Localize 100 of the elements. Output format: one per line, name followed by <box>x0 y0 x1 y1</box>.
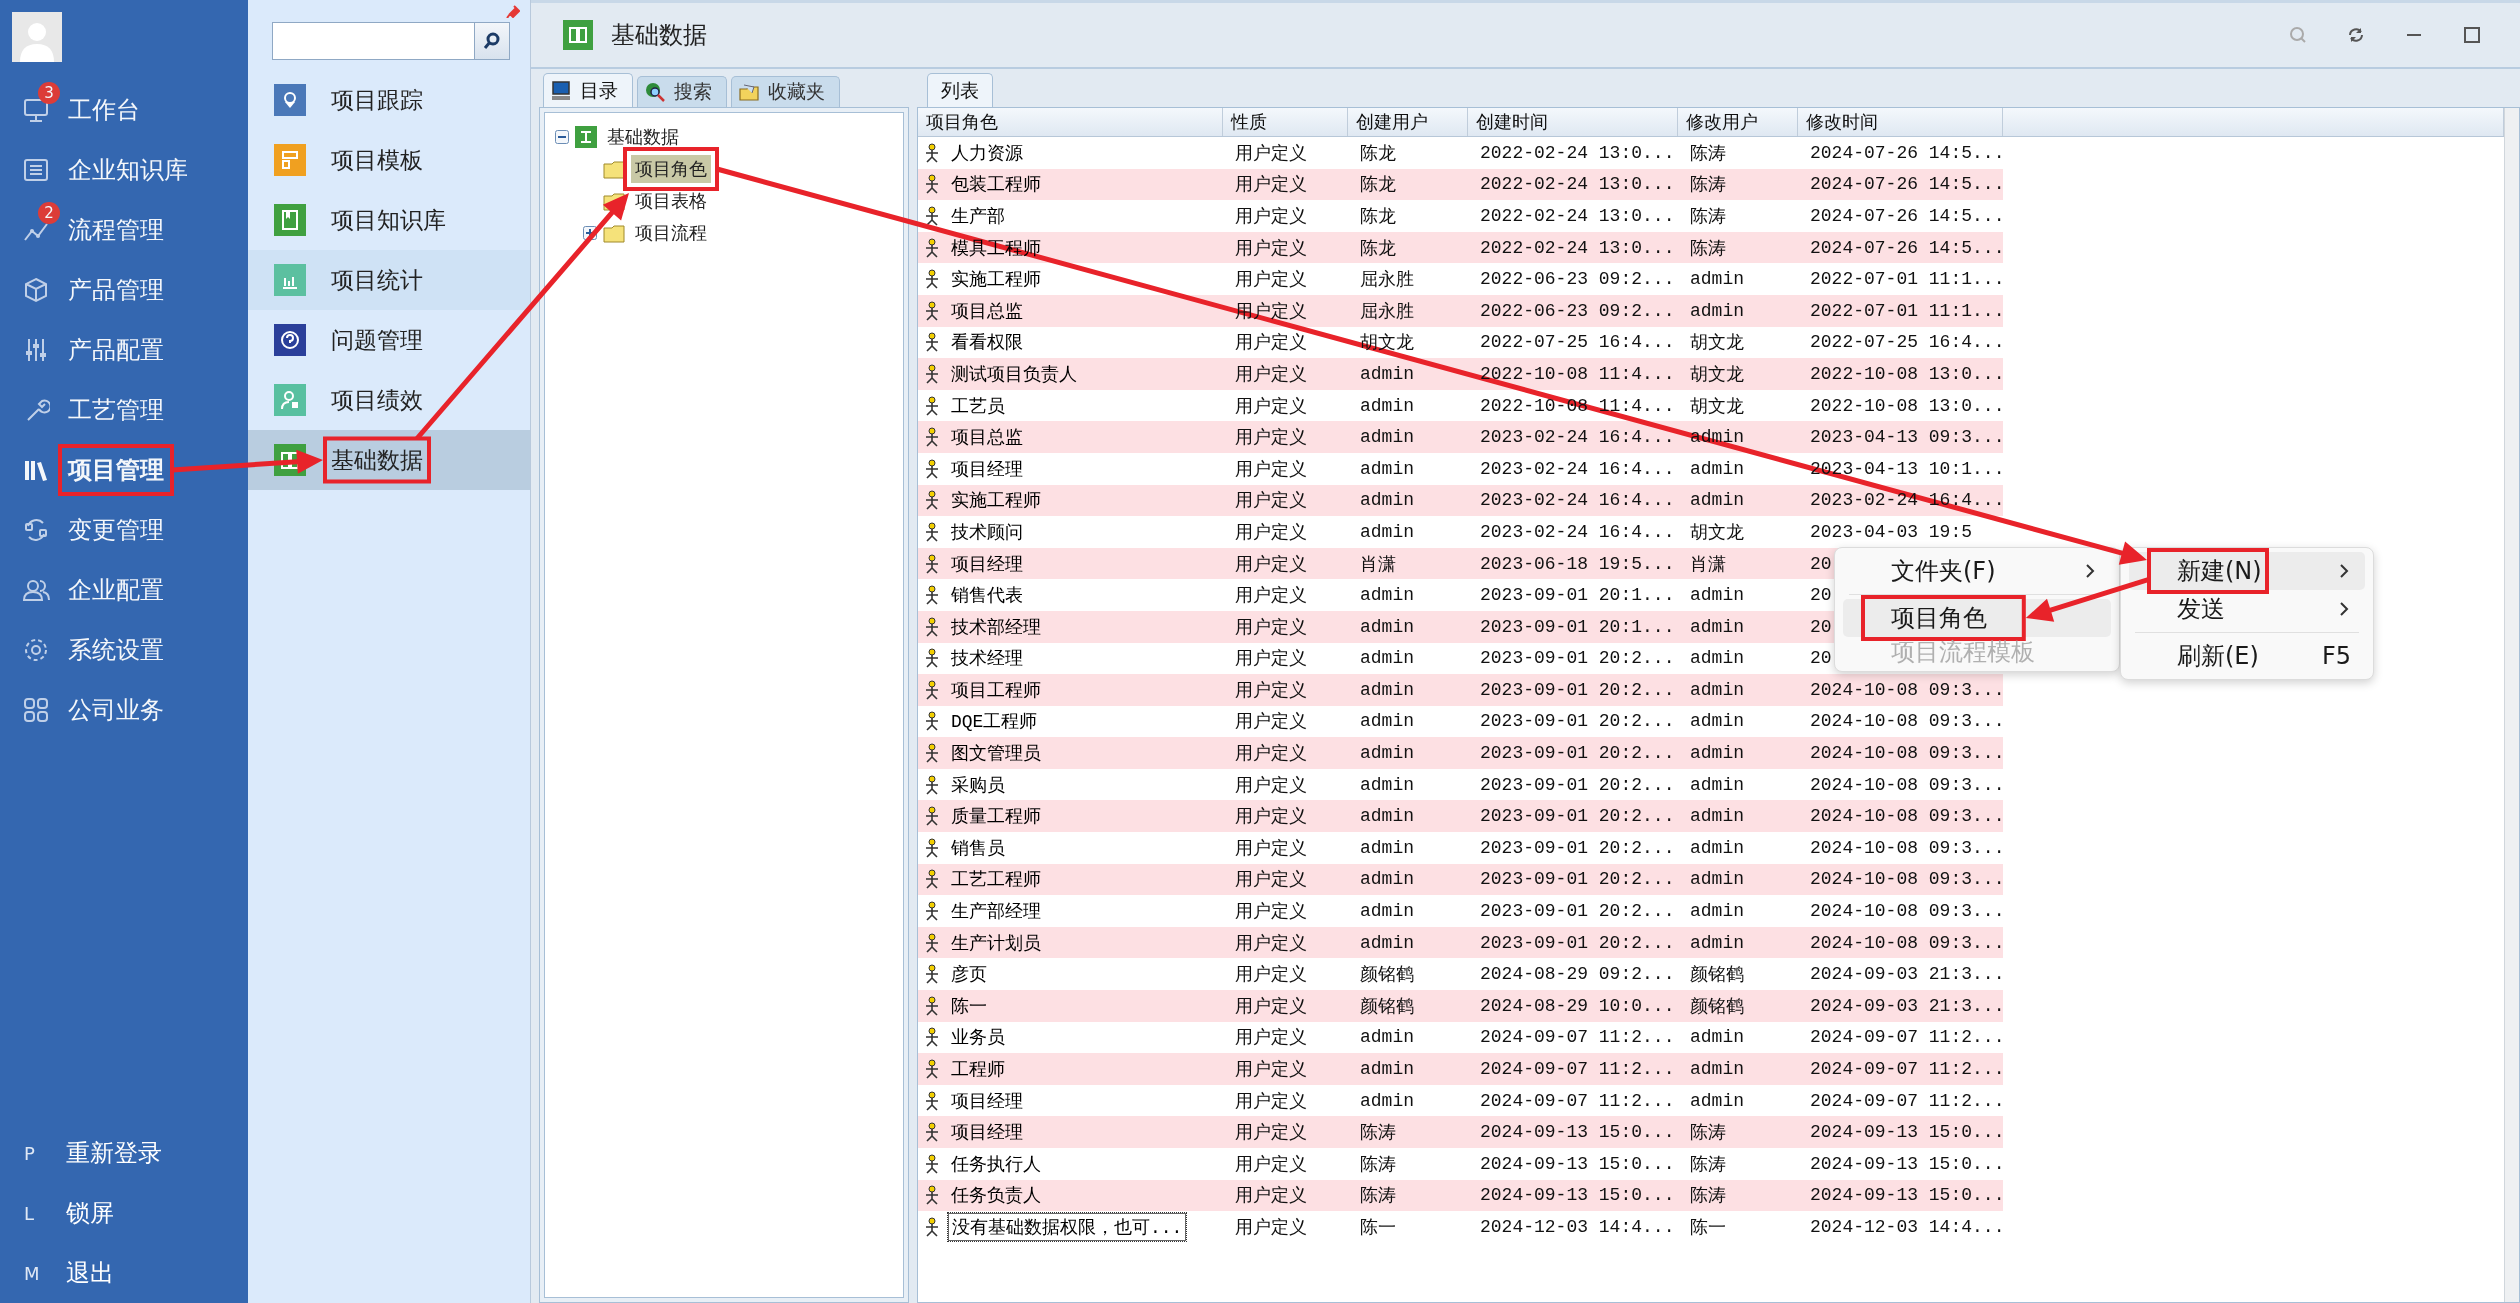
table-cell-text: 2022-10-08 13:0... <box>1809 395 2005 416</box>
table-cell-text: 用户定义 <box>1234 237 1307 260</box>
tab[interactable]: 列表 <box>927 73 993 107</box>
table-cell-text: admin <box>1359 743 1414 764</box>
chevron-icon <box>2337 563 2351 579</box>
tree-item[interactable]: 基础数据 <box>603 123 683 151</box>
table-cell-text: 2022-02-24 13:0... <box>1479 206 1675 226</box>
table-cell-text: 2022-07-01 11:1... <box>1809 300 2005 321</box>
person-icon <box>924 837 940 858</box>
nav-item[interactable]: 工艺管理 <box>0 380 248 440</box>
nav-item[interactable]: 项目管理 <box>0 440 248 500</box>
table-cell-text: 2024-09-13 15:0... <box>1809 1185 2005 1206</box>
table-cell-text: 2024-09-07 11:2... <box>1479 1027 1675 1048</box>
table-cell-text: 生产部 <box>950 206 1006 229</box>
person-icon <box>924 1153 940 1174</box>
table-cell-text: 陈一 <box>950 995 988 1019</box>
person-icon <box>924 490 940 511</box>
table-cell-text: 2022-07-25 16:4... <box>1479 332 1675 353</box>
table-cell-text: admin <box>1689 774 1744 795</box>
table-cell-text: admin <box>1689 269 1744 290</box>
table-cell-text: admin <box>1359 1090 1414 1111</box>
nav-item[interactable]: 变更管理 <box>0 500 248 560</box>
tab[interactable]: 目录 <box>543 73 633 107</box>
table-cell-text: 用户定义 <box>1234 1027 1307 1050</box>
person-icon <box>924 806 940 827</box>
nav-link[interactable]: 锁屏 <box>66 1197 114 1229</box>
nav-item[interactable]: 企业知识库 <box>0 140 248 200</box>
table-cell-text: admin <box>1359 648 1414 669</box>
nav-item[interactable]: 产品管理 <box>0 260 248 320</box>
table-cell-text: admin <box>1359 932 1414 953</box>
table-cell-text: 2024-07-26 14:5... <box>1809 237 2005 258</box>
search-field[interactable] <box>272 22 474 60</box>
column-header[interactable]: 创建用户 <box>1348 108 1468 136</box>
table-cell-text: 2024-09-03 21:3... <box>1809 995 2005 1016</box>
table-cell-text: 用户定义 <box>1234 395 1307 418</box>
menu-item[interactable]: 发送 <box>2129 590 2365 628</box>
table-cell-text: 颜铭鹤 <box>1689 964 1744 987</box>
column-header[interactable]: 修改用户 <box>1678 108 1798 136</box>
search-button[interactable] <box>474 22 510 60</box>
module-item[interactable]: 项目模板 <box>248 130 530 190</box>
table-cell-text: 2024-09-13 15:0... <box>1809 1153 2005 1174</box>
nav-link[interactable]: 退出 <box>66 1257 114 1289</box>
module-item[interactable]: 项目统计 <box>248 250 530 310</box>
table-cell-text: 2023-04-13 10:1... <box>1809 458 2005 479</box>
column-header[interactable]: 修改时间 <box>1798 108 2003 136</box>
table-cell-text: 20 <box>1809 616 1832 637</box>
refresh-button[interactable] <box>2346 25 2366 45</box>
table-cell-text: admin <box>1689 743 1744 764</box>
person-icon <box>924 1090 940 1111</box>
tree-item[interactable]: 项目表格 <box>631 187 711 215</box>
module-item[interactable]: 项目知识库 <box>248 190 530 250</box>
table-cell-text: 用户定义 <box>1234 206 1307 228</box>
column-header[interactable]: 项目角色 <box>918 108 1223 136</box>
pin-icon[interactable] <box>506 4 520 18</box>
person-icon <box>924 995 940 1016</box>
maximize-button[interactable] <box>2462 25 2482 45</box>
nav-item[interactable]: 产品配置 <box>0 320 248 380</box>
column-header[interactable]: 性质 <box>1223 108 1348 136</box>
table-cell-text: admin <box>1359 869 1414 890</box>
chevron-icon <box>2083 563 2097 579</box>
table-cell-text: 2024-09-07 11:2... <box>1809 1027 2005 1048</box>
table-cell-text: 2024-10-08 09:3... <box>1809 869 2005 890</box>
nav-link[interactable]: 重新登录 <box>66 1137 162 1169</box>
shortcut-text: F5 <box>2321 642 2351 670</box>
table-cell-text: 2023-09-01 20:2... <box>1479 743 1675 764</box>
nav-item[interactable]: 系统设置 <box>0 620 248 680</box>
window-title: 基础数据 <box>611 20 707 51</box>
table-cell-text: admin <box>1689 1059 1744 1079</box>
table-cell-text: 陈涛 <box>1689 206 1726 228</box>
module-item[interactable]: 问题管理 <box>248 310 530 370</box>
tree-item[interactable]: 项目角色 <box>631 155 711 183</box>
module-item[interactable]: 项目跟踪 <box>248 70 530 130</box>
table-cell-text: 2023-09-01 20:2... <box>1479 774 1675 795</box>
collapse-icon[interactable] <box>555 130 569 144</box>
table-cell-text: 颜铭鹤 <box>1359 964 1414 987</box>
nav-item[interactable]: 工作台 3 <box>0 80 248 140</box>
table-cell-text: 2024-09-13 15:0... <box>1479 1153 1675 1174</box>
person-icon <box>924 521 940 542</box>
nav-item[interactable]: 公司业务 <box>0 680 248 740</box>
menu-item[interactable]: 项目角色 <box>1843 599 2111 637</box>
table-cell-text: 用户定义 <box>1234 1217 1307 1239</box>
table-cell-text: 工程师 <box>950 1059 1006 1082</box>
tab[interactable]: 收藏夹 <box>731 76 840 107</box>
column-header[interactable]: 创建时间 <box>1468 108 1678 136</box>
person-icon <box>924 427 940 448</box>
menu-item[interactable]: 刷新(E) F5 <box>2129 637 2365 675</box>
tab[interactable]: 搜索 <box>637 76 727 107</box>
nav-item[interactable]: 企业配置 <box>0 560 248 620</box>
table-cell-text: 陈龙 <box>1359 206 1396 228</box>
shortcut-key: M <box>24 1262 38 1284</box>
table-cell-text: 20 <box>1809 648 1832 669</box>
table-cell-text: 2022-10-08 13:0... <box>1809 363 2005 384</box>
menu-item[interactable]: 新建(N) <box>2129 552 2365 590</box>
table-cell-text: 实施工程师 <box>950 490 1042 514</box>
module-item[interactable]: 项目绩效 <box>248 370 530 430</box>
table-cell-text: 技术部经理 <box>950 616 1042 640</box>
nav-item[interactable]: 流程管理 2 <box>0 200 248 260</box>
menu-item[interactable]: 文件夹(F) <box>1843 552 2111 590</box>
person-icon <box>924 711 940 732</box>
tree-item[interactable]: 项目流程 <box>631 219 711 247</box>
